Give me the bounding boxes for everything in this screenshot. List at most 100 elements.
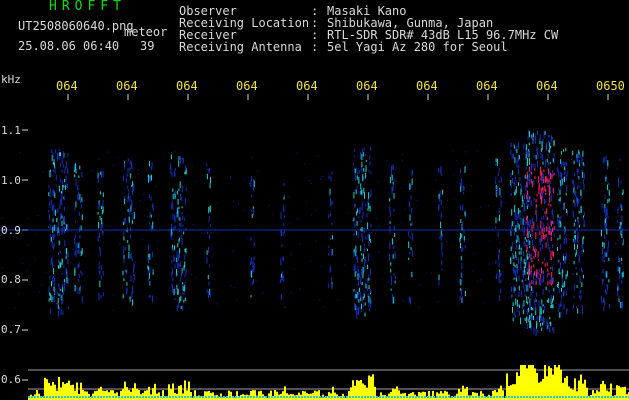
noise-speck — [84, 255, 86, 257]
signal-speck — [250, 257, 252, 265]
noise-speck — [352, 220, 354, 222]
signal-speck — [552, 173, 554, 177]
signal-speck — [618, 285, 620, 291]
signal-speck — [464, 245, 466, 249]
signal-speck — [544, 234, 546, 240]
signal-speck — [581, 267, 583, 272]
noise-speck — [64, 167, 66, 169]
signal-speck — [521, 195, 523, 202]
signal-speck — [520, 317, 522, 325]
noise-speck — [211, 256, 213, 257]
signal-speck — [536, 147, 538, 151]
amplitude-bar — [106, 390, 108, 400]
signal-speck — [566, 161, 567, 167]
signal-speck — [523, 266, 525, 273]
signal-speck — [536, 292, 538, 297]
signal-speck — [363, 168, 365, 172]
signal-speck — [52, 234, 54, 238]
signal-speck — [578, 210, 580, 214]
noise-speck — [133, 301, 135, 302]
signal-speck — [559, 216, 561, 221]
signal-speck — [362, 235, 364, 243]
signal-speck — [580, 205, 582, 213]
signal-speck — [542, 161, 544, 165]
signal-speck — [357, 232, 359, 239]
signal-speck — [56, 218, 58, 221]
signal-speck — [565, 274, 567, 280]
signal-speck — [328, 252, 330, 256]
signal-speck — [60, 212, 62, 219]
signal-speck — [183, 286, 185, 292]
signal-speck — [181, 270, 183, 277]
signal-speck — [527, 181, 529, 188]
signal-speck — [551, 137, 553, 140]
signal-speck — [543, 131, 545, 139]
signal-speck — [280, 211, 282, 219]
signal-speck — [172, 188, 174, 192]
noise-speck — [412, 215, 414, 217]
signal-speck — [99, 232, 100, 238]
signal-speck — [563, 149, 565, 152]
signal-speck — [607, 241, 609, 248]
signal-speck — [515, 239, 517, 243]
signal-speck — [534, 303, 536, 308]
signal-speck — [356, 220, 358, 226]
noise-speck — [311, 214, 312, 216]
signal-speck — [536, 194, 538, 197]
signal-speck — [528, 158, 530, 165]
signal-speck — [361, 161, 363, 168]
noise-speck — [80, 172, 82, 174]
signal-speck — [282, 257, 284, 261]
signal-speck — [551, 243, 553, 249]
signal-speck — [548, 178, 550, 183]
signal-speck — [368, 202, 370, 209]
noise-speck — [208, 299, 210, 301]
signal-speck — [51, 295, 53, 303]
noise-speck — [268, 205, 270, 207]
signal-speck — [552, 277, 554, 283]
signal-speck — [251, 194, 253, 197]
signal-speck — [328, 245, 330, 248]
baseline-dot — [334, 396, 336, 398]
signal-speck — [182, 305, 184, 311]
signal-speck — [58, 306, 60, 311]
signal-speck — [607, 216, 609, 220]
signal-speck — [360, 277, 362, 280]
signal-speck — [529, 196, 531, 200]
noise-speck — [402, 153, 403, 155]
signal-speck — [172, 248, 174, 253]
signal-speck — [459, 288, 461, 291]
signal-speck — [495, 185, 497, 190]
signal-speck — [62, 164, 64, 168]
signal-speck — [370, 171, 372, 175]
noise-speck — [82, 273, 84, 275]
noise-speck — [126, 258, 128, 260]
amplitude-bar — [530, 365, 532, 400]
signal-speck — [394, 251, 396, 257]
signal-speck — [582, 162, 584, 166]
signal-speck — [532, 314, 534, 318]
signal-speck — [495, 190, 497, 196]
noise-speck — [623, 236, 625, 238]
signal-speck — [150, 196, 152, 201]
noise-speck — [574, 226, 575, 227]
y-tick-label: 0.7 — [1, 323, 21, 336]
noise-speck — [37, 215, 39, 217]
baseline-dot — [163, 396, 165, 398]
signal-speck — [184, 198, 186, 205]
signal-speck — [557, 247, 558, 251]
noise-speck — [617, 240, 619, 242]
signal-speck — [561, 178, 563, 186]
noise-speck — [216, 303, 218, 305]
signal-speck — [621, 279, 623, 285]
signal-speck — [48, 298, 50, 302]
signal-speck — [559, 223, 561, 227]
signal-speck — [525, 184, 527, 191]
signal-speck — [550, 257, 552, 260]
signal-speck — [551, 327, 553, 331]
baseline-dot — [229, 396, 231, 398]
noise-speck — [212, 292, 214, 294]
signal-speck — [53, 276, 55, 279]
signal-speck — [209, 291, 211, 297]
signal-speck — [530, 321, 532, 328]
